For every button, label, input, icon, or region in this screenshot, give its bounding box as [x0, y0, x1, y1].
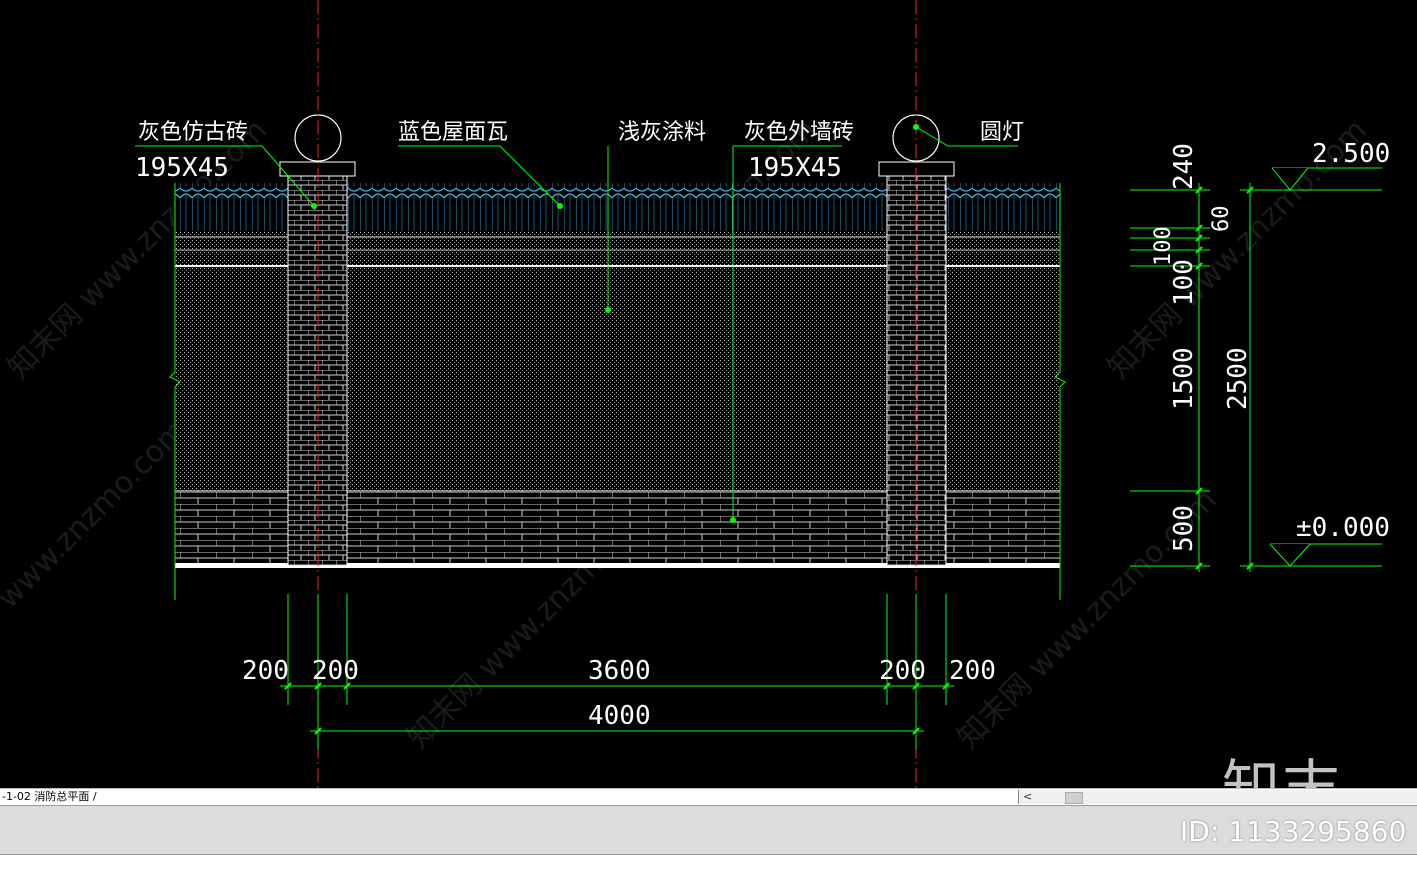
scroll-left-arrow-icon[interactable]: <	[1023, 790, 1032, 804]
label-lamp: 圆灯	[980, 120, 1024, 145]
horizontal-scrollbar[interactable]: <	[1018, 790, 1417, 804]
level-top: 2.500	[1312, 139, 1390, 169]
dim-240: 240	[1169, 143, 1199, 190]
layout-tab[interactable]: -1-02 消防总平面 /	[2, 789, 97, 804]
dim-60: 60	[1209, 206, 1234, 233]
watermark-id: ID: 1133295860	[1180, 815, 1407, 848]
label-wall-brick: 灰色外墙砖	[744, 120, 854, 145]
dim-200-b: 200	[312, 656, 359, 686]
drawing-canvas[interactable]: 知末网 www.znzmo.com 知末网 www.znzmo.com 知末网 …	[0, 0, 1417, 788]
label-roof-tile: 蓝色屋面瓦	[398, 120, 508, 145]
bottom-strip	[0, 855, 1417, 872]
dim-200-a: 200	[242, 656, 289, 686]
level-ground: ±0.000	[1296, 513, 1390, 543]
dim-2500: 2500	[1223, 347, 1253, 410]
label-tile-brick-size: 195X45	[135, 153, 229, 183]
dim-200-c: 200	[879, 656, 926, 686]
dim-100-b: 100	[1169, 259, 1199, 306]
scroll-thumb[interactable]	[1065, 792, 1083, 804]
dim-500: 500	[1169, 505, 1199, 552]
label-wall-brick-size: 195X45	[748, 153, 842, 183]
watermark-text-4: www.znzmo.com	[0, 413, 194, 616]
layout-tab-bar: -1-02 消防总平面 / <	[0, 788, 1417, 805]
dim-3600: 3600	[588, 656, 651, 686]
dim-4000: 4000	[588, 701, 651, 731]
dim-1500: 1500	[1169, 347, 1199, 410]
wall-elevation	[169, 114, 1066, 600]
label-coating: 浅灰涂料	[618, 120, 706, 145]
label-tile-brick: 灰色仿古砖	[138, 120, 248, 145]
dim-200-d: 200	[949, 656, 996, 686]
